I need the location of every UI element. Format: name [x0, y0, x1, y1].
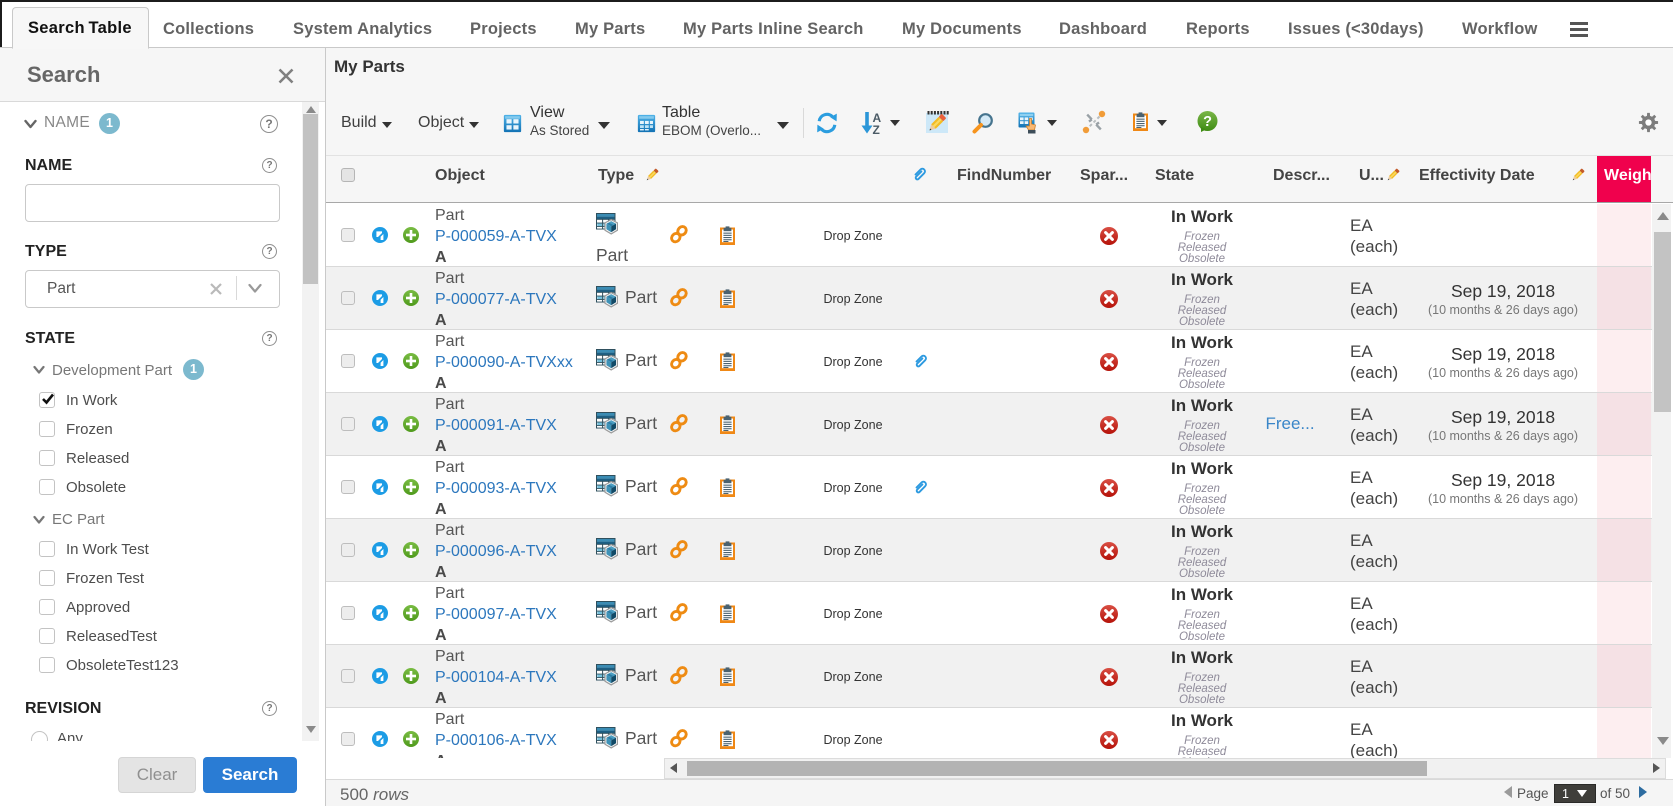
svg-text:Z: Z [873, 123, 880, 135]
svg-text:?: ? [1203, 114, 1212, 130]
